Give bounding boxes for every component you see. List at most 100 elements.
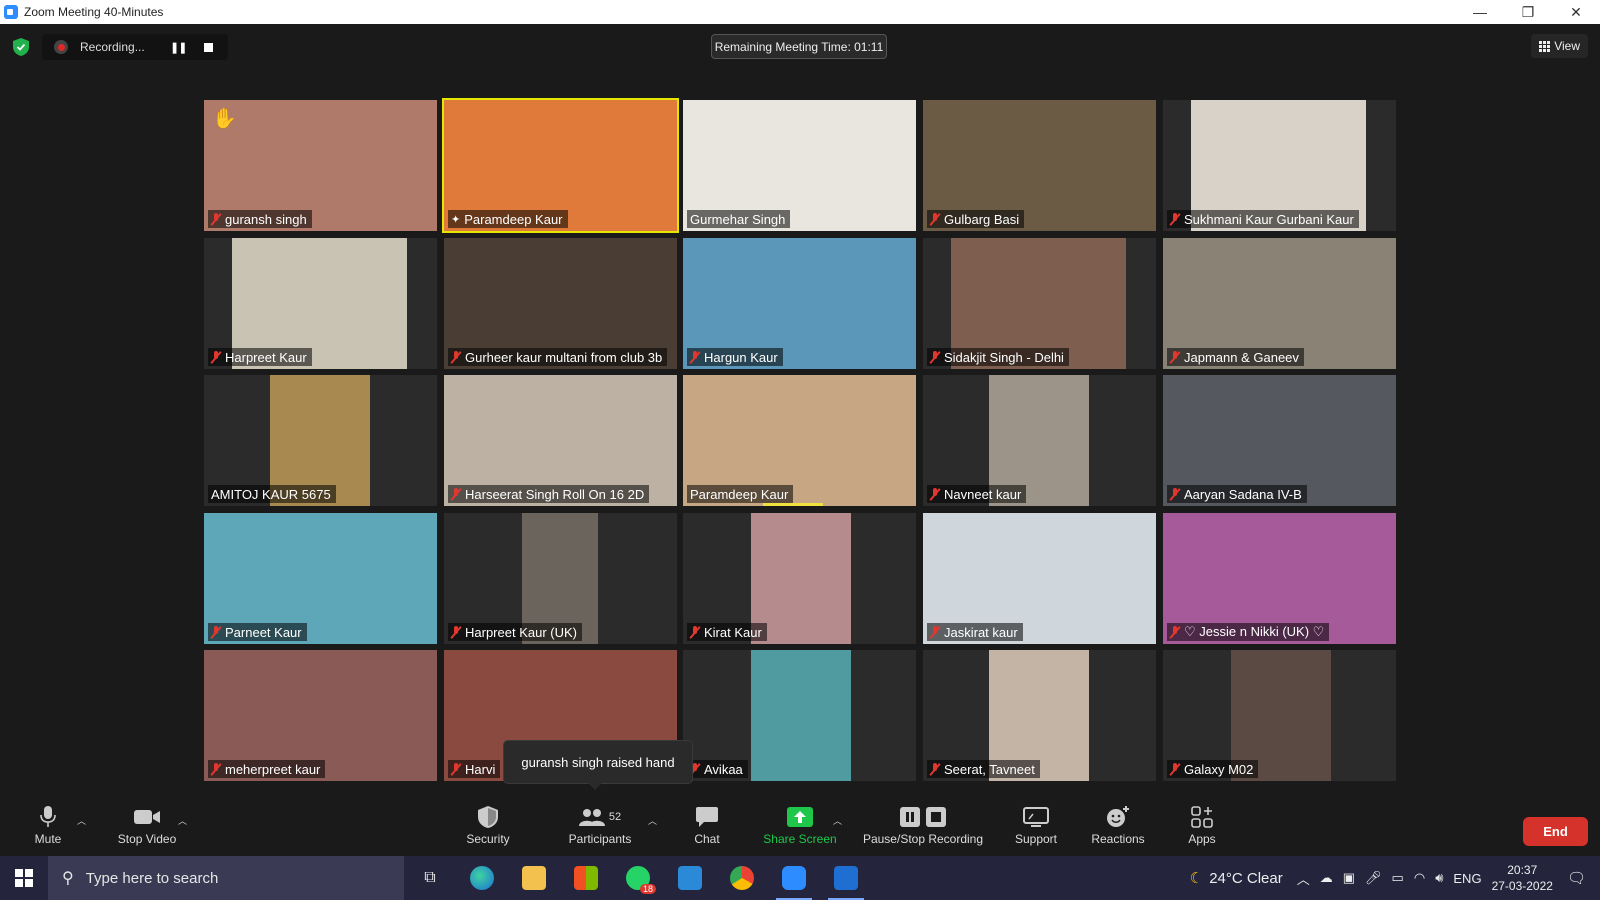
taskbar-store[interactable] [560,856,612,900]
participant-tile[interactable]: Seerat, Tavneet [923,650,1156,781]
chat-label: Chat [694,832,720,846]
participant-tile[interactable]: Aaryan Sadana IV-B [1163,375,1396,506]
participant-name-tag: Gurmehar Singh [687,210,791,228]
end-meeting-button[interactable]: End [1523,817,1588,846]
muted-mic-icon [930,487,940,501]
taskbar-search-box[interactable]: ⚲ Type here to search [48,856,404,900]
taskbar-zoom[interactable] [768,856,820,900]
participants-options-chevron-icon[interactable]: ︿ [648,814,657,827]
stop-recording-icon[interactable] [204,42,214,52]
audio-options-chevron-icon[interactable]: ︿ [77,814,86,827]
muted-mic-icon [1170,487,1180,501]
participant-tile[interactable]: Avikaa [683,650,916,781]
share-screen-icon [787,804,813,830]
taskbar-edge[interactable] [456,856,508,900]
battery-icon[interactable]: ▭ [1392,870,1404,886]
taskbar-chrome[interactable] [716,856,768,900]
apps-button[interactable]: Apps [1180,804,1224,854]
participants-icon [578,809,605,826]
video-options-chevron-icon[interactable]: ︿ [178,814,187,827]
participant-name: Harseerat Singh Roll On 16 2D [465,486,645,502]
restore-button[interactable]: ❐ [1504,0,1552,24]
participant-tile[interactable]: Navneet kaur [923,375,1156,506]
participant-tile[interactable]: Parneet Kaur [204,513,437,644]
participant-tile[interactable]: Galaxy M02 [1163,650,1396,781]
minimize-button[interactable]: — [1456,0,1504,24]
microphone-icon [40,804,56,830]
window-controls: — ❐ ✕ [1456,0,1600,24]
muted-mic-icon [1170,212,1180,226]
clock-time: 20:37 [1507,863,1538,877]
participant-name: AMITOJ KAUR 5675 [211,486,331,502]
participant-tile[interactable]: ✦ Paramdeep Kaur [442,98,679,233]
stop-video-button[interactable]: Stop Video [112,804,182,854]
participant-name-tag: Japmann & Ganeev [1167,348,1304,366]
show-hidden-icons-chevron-icon[interactable]: ︿ [1297,869,1310,888]
participant-tile[interactable]: Paramdeep Kaur [683,375,916,506]
participants-count: 52 [608,811,622,823]
participant-tile[interactable]: ♡ Jessie n Nikki (UK) ♡ [1163,513,1396,644]
reactions-button[interactable]: Reactions [1088,804,1148,854]
mute-button[interactable]: Mute [28,804,68,854]
participant-tile[interactable]: Jaskirat kaur [923,513,1156,644]
participant-name: Gurmehar Singh [690,211,786,227]
pause-stop-recording-button[interactable]: Pause/Stop Recording [860,804,986,854]
muted-mic-icon [930,212,940,226]
participant-tile[interactable]: Harpreet Kaur [204,238,437,369]
muted-mic-icon [930,762,940,776]
whatsapp-notification-badge: 18 [639,884,656,894]
onedrive-cloud-icon[interactable]: ☁ [1320,870,1333,886]
notification-center-icon[interactable]: 🗨︎ [1567,869,1586,887]
edge-browser-icon [470,866,494,890]
participant-tile[interactable]: Gurheer kaur multani from club 3b [444,238,677,369]
input-language[interactable]: ENG [1453,871,1481,886]
participant-video [751,650,851,781]
volume-icon[interactable]: 🔊︎ [1435,870,1443,886]
encryption-shield-icon[interactable] [13,38,29,56]
participant-name-tag: Seerat, Tavneet [927,760,1040,778]
view-button[interactable]: View [1531,34,1588,58]
windows-start-button[interactable] [0,856,48,900]
speaking-indicator [763,503,823,506]
participant-tile[interactable]: Harpreet Kaur (UK) [444,513,677,644]
participant-tile[interactable]: Gurmehar Singh [683,100,916,231]
share-options-chevron-icon[interactable]: ︿ [833,814,842,827]
participant-name-tag: Jaskirat kaur [927,623,1023,641]
security-shield-icon [478,804,498,830]
weather-text[interactable]: 24°C Clear [1209,870,1283,887]
wifi-icon[interactable]: ◠ [1414,870,1425,886]
taskbar-media-app[interactable] [820,856,872,900]
chat-button[interactable]: Chat [687,804,727,854]
participant-name-tag: ✦ Paramdeep Kaur [448,210,568,228]
muted-mic-icon [211,625,221,639]
support-button[interactable]: Support [1010,804,1062,854]
security-button[interactable]: Security [462,804,514,854]
participant-name: Jaskirat kaur [944,624,1018,640]
microphone-tray-icon[interactable]: 🎤︎ [1365,870,1382,886]
participant-tile[interactable]: Hargun Kaur [683,238,916,369]
participant-tile[interactable]: ✋ guransh singh [204,100,437,231]
taskbar-file-explorer[interactable] [508,856,560,900]
file-explorer-icon [522,866,546,890]
participant-tile[interactable]: Japmann & Ganeev [1163,238,1396,369]
pause-recording-icon[interactable]: ❚❚ [170,41,187,54]
close-button[interactable]: ✕ [1552,0,1600,24]
taskbar-clock[interactable]: 20:37 27-03-2022 [1492,862,1553,894]
muted-mic-icon [1170,762,1180,776]
participant-name-tag: Kirat Kaur [687,623,767,641]
share-screen-button[interactable]: Share Screen [760,804,840,854]
task-view-button[interactable]: ⧉ [404,856,456,900]
weather-moon-icon[interactable]: ☾ [1190,869,1203,887]
participants-button[interactable]: 52 Participants [562,804,638,854]
meet-now-icon[interactable]: ▣ [1343,870,1355,886]
participant-tile[interactable]: Harseerat Singh Roll On 16 2D [444,375,677,506]
participant-tile[interactable]: Gulbarg Basi [923,100,1156,231]
participant-tile[interactable]: Sukhmani Kaur Gurbani Kaur [1163,100,1396,231]
participant-name: guransh singh [225,211,307,227]
participant-tile[interactable]: Sidakjit Singh - Delhi [923,238,1156,369]
taskbar-whatsapp[interactable]: 18 [612,856,664,900]
participant-tile[interactable]: AMITOJ KAUR 5675 [204,375,437,506]
participant-tile[interactable]: Kirat Kaur [683,513,916,644]
participant-tile[interactable]: meherpreet kaur [204,650,437,781]
taskbar-vscode[interactable] [664,856,716,900]
